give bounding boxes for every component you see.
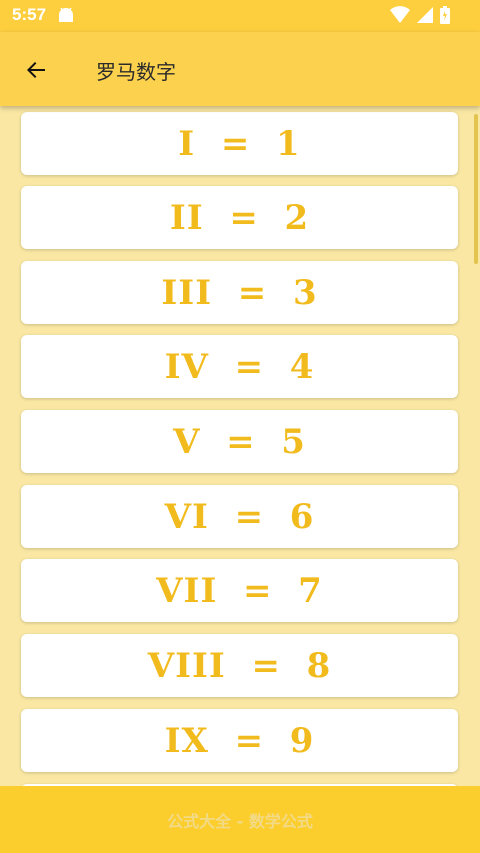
list-item-text: V = 5 [173, 421, 306, 462]
list-item-text: I = 1 [178, 123, 301, 164]
status-icons [390, 6, 450, 24]
status-bar: 5:57 [0, 0, 480, 32]
scrollbar[interactable] [474, 114, 478, 264]
footer-text: 公式大全 - 数学公式 [167, 811, 313, 831]
signal-icon [417, 7, 433, 23]
app-bar: 罗马数字 [0, 32, 480, 106]
list-item[interactable]: III = 3 [21, 261, 458, 324]
wifi-icon [390, 6, 410, 23]
list-item-text: IV = 4 [164, 346, 315, 387]
list-item[interactable]: VII = 7 [21, 559, 458, 622]
battery-icon [440, 6, 450, 24]
list-item[interactable]: VIII = 8 [21, 634, 458, 697]
list-item[interactable]: IX = 9 [21, 709, 458, 772]
list-item[interactable]: V = 5 [21, 410, 458, 473]
list-item-text: VII = 7 [156, 570, 323, 611]
list-item[interactable]: I = 1 [21, 112, 458, 175]
list-item[interactable]: VI = 6 [21, 485, 458, 548]
arrow-left-icon [27, 62, 45, 78]
list-item-text: VI = 6 [164, 496, 315, 537]
list-item-text: III = 3 [161, 272, 318, 313]
back-button[interactable] [22, 56, 50, 84]
list-item-text: IX = 9 [164, 720, 315, 761]
footer-bar: 公式大全 - 数学公式 [0, 786, 480, 853]
android-notification-icon [59, 7, 73, 22]
list-item[interactable]: II = 2 [21, 186, 458, 249]
page-title: 罗马数字 [96, 60, 176, 84]
roman-numeral-list[interactable]: I = 1 II = 2 III = 3 IV = 4 V = 5 VI = 6… [0, 106, 480, 786]
list-item[interactable]: IV = 4 [21, 335, 458, 398]
list-item-text: VIII = 8 [147, 645, 332, 686]
list-item-text: II = 2 [169, 197, 310, 238]
status-time: 5:57 [12, 5, 47, 24]
